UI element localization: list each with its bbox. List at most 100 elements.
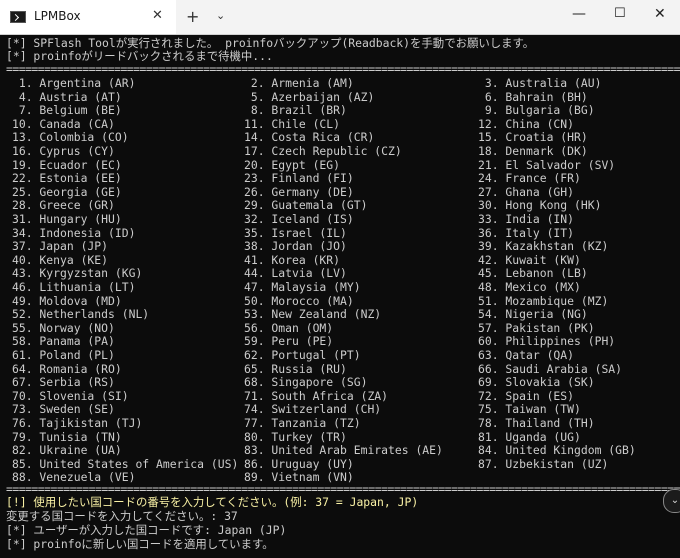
tab-lpmbox[interactable]: LPMBox ✕ — [0, 0, 176, 34]
country-item: 48. Mexico (MX) — [478, 280, 581, 294]
country-item: 80. Turkey (TR) — [244, 429, 347, 444]
country-item: 27. Ghana (GH) — [478, 184, 575, 199]
country-item: 2. Armenia (AM) — [244, 76, 354, 90]
country-item: 20. Egypt (EG) — [244, 157, 341, 172]
country-item: 41. Korea (KR) — [244, 252, 341, 267]
country-item: 5. Azerbaijan (AZ) — [244, 89, 375, 104]
country-item: 53. New Zealand (NZ) — [244, 307, 382, 322]
country-item: 39. Kazakhstan (KZ) — [478, 239, 609, 254]
country-item: 19. Ecuador (EC) — [12, 157, 122, 172]
country-item: 34. Indonesia (ID) — [12, 225, 136, 240]
country-item: 61. Poland (PL) — [12, 348, 115, 362]
country-item: 16. Cyprus (CY) — [12, 144, 115, 158]
country-item: 85. United States of America (US) — [12, 456, 239, 471]
minimize-button[interactable]: — — [572, 6, 586, 22]
country-item: 55. Norway (NO) — [12, 320, 115, 335]
country-item: 58. Panama (PA) — [12, 334, 115, 349]
country-item: 52. Netherlands (NL) — [12, 307, 150, 322]
country-item: 47. Malaysia (MY) — [244, 280, 361, 294]
country-item: 45. Lebanon (LB) — [478, 266, 588, 281]
country-item: 74. Switzerland (CH) — [244, 402, 382, 417]
console-line-prompt: [!] 使用したい国コードの番号を入力してください。(例: 37 = Japan… — [6, 495, 419, 509]
country-item: 12. China (CN) — [478, 116, 575, 131]
country-item: 26. Germany (DE) — [244, 184, 354, 199]
country-item: 69. Slovakia (SK) — [478, 375, 595, 390]
country-item: 1. Argentina (AR) — [12, 76, 136, 90]
scroll-to-bottom-button[interactable]: ⌄ — [663, 489, 680, 513]
close-button[interactable]: ✕ — [654, 6, 666, 22]
country-item: 78. Thailand (TH) — [478, 416, 595, 430]
country-item: 56. Oman (OM) — [244, 320, 334, 335]
country-item: 7. Belgium (BE) — [12, 103, 122, 118]
country-item: 40. Kenya (KE) — [12, 252, 109, 267]
console-output[interactable]: [*] SPFlash Toolが実行されました。 proinfoバックアップ(… — [0, 35, 680, 558]
country-item: 38. Jordan (JO) — [244, 239, 347, 254]
country-item: 9. Bulgaria (BG) — [478, 103, 595, 118]
separator-top: ========================================… — [6, 62, 680, 76]
country-item: 24. France (FR) — [478, 171, 581, 186]
country-item: 57. Pakistan (PK) — [478, 320, 595, 335]
country-item: 51. Mozambique (MZ) — [478, 293, 609, 308]
tab-title: LPMBox — [34, 9, 81, 23]
country-item: 75. Taiwan (TW) — [478, 402, 581, 417]
tab-dropdown-icon[interactable]: ⌄ — [216, 9, 225, 22]
country-item: 62. Portugal (PT) — [244, 348, 361, 362]
country-item: 82. Ukraine (UA) — [12, 443, 122, 458]
title-bar: LPMBox ✕ + ⌄ — ☐ ✕ — [0, 0, 680, 35]
country-item: 35. Israel (IL) — [244, 225, 347, 240]
country-item: 43. Kyrgyzstan (KG) — [12, 266, 143, 281]
country-item: 83. United Arab Emirates (AE) — [244, 443, 443, 458]
country-item: 32. Iceland (IS) — [244, 212, 354, 226]
tab-close-icon[interactable]: ✕ — [152, 8, 163, 23]
country-item: 70. Slovenia (SI) — [12, 388, 129, 403]
country-item: 29. Guatemala (GT) — [244, 198, 368, 213]
country-item: 68. Singapore (SG) — [244, 375, 368, 390]
country-item: 8. Brazil (BR) — [244, 103, 347, 118]
console-line-input: 変更する国コードを入力してください。: 37 — [6, 509, 238, 523]
country-item: 79. Tunisia (TN) — [12, 429, 122, 444]
terminal-icon — [10, 11, 26, 23]
terminal-window: LPMBox ✕ + ⌄ — ☐ ✕ [*] SPFlash Toolが実行され… — [0, 0, 680, 558]
country-item: 76. Tajikistan (TJ) — [12, 416, 143, 430]
country-item: 23. Finland (FI) — [244, 171, 354, 186]
country-item: 30. Hong Kong (HK) — [478, 198, 602, 213]
country-item: 46. Lithuania (LT) — [12, 280, 136, 294]
country-item: 71. South Africa (ZA) — [244, 388, 389, 403]
country-item: 84. United Kingdom (GB) — [478, 443, 636, 458]
country-item: 81. Uganda (UG) — [478, 429, 581, 444]
country-item: 87. Uzbekistan (UZ) — [478, 456, 609, 471]
console-line-confirm: [*] ユーザーが入力した国コードです: Japan (JP) — [6, 523, 287, 537]
country-item: 36. Italy (IT) — [478, 225, 575, 240]
country-item: 59. Peru (PE) — [244, 334, 334, 349]
country-item: 67. Serbia (RS) — [12, 375, 115, 390]
country-item: 21. El Salvador (SV) — [478, 157, 616, 172]
country-item: 44. Latvia (LV) — [244, 266, 347, 281]
country-item: 31. Hungary (HU) — [12, 212, 122, 226]
new-tab-button[interactable]: + — [186, 7, 199, 26]
country-item: 77. Tanzania (TZ) — [244, 416, 361, 430]
country-item: 37. Japan (JP) — [12, 239, 109, 254]
country-item: 50. Morocco (MA) — [244, 293, 354, 308]
country-item: 14. Costa Rica (CR) — [244, 130, 375, 145]
country-item: 73. Sweden (SE) — [12, 402, 115, 417]
country-item: 60. Philippines (PH) — [478, 334, 616, 349]
country-item: 4. Austria (AT) — [12, 89, 122, 104]
country-item: 33. India (IN) — [478, 212, 575, 226]
console-line-apply: [*] proinfoに新しい国コードを適用しています。 — [6, 537, 274, 551]
country-item: 65. Russia (RU) — [244, 361, 347, 376]
country-item: 22. Estonia (EE) — [12, 171, 122, 186]
country-item: 49. Moldova (MD) — [12, 293, 122, 308]
country-item: 86. Uruguay (UY) — [244, 456, 354, 471]
country-item: 13. Colombia (CO) — [12, 130, 129, 145]
country-item: 17. Czech Republic (CZ) — [244, 144, 402, 158]
country-item: 11. Chile (CL) — [244, 116, 341, 131]
country-item: 6. Bahrain (BH) — [478, 89, 588, 104]
maximize-button[interactable]: ☐ — [614, 6, 626, 21]
country-item: 72. Spain (ES) — [478, 388, 575, 403]
country-item: 66. Saudi Arabia (SA) — [478, 361, 623, 376]
country-item: 25. Georgia (GE) — [12, 184, 122, 199]
country-item: 54. Nigeria (NG) — [478, 307, 588, 322]
country-item: 42. Kuwait (KW) — [478, 252, 581, 267]
country-item: 64. Romania (RO) — [12, 361, 122, 376]
country-item: 15. Croatia (HR) — [478, 130, 588, 145]
